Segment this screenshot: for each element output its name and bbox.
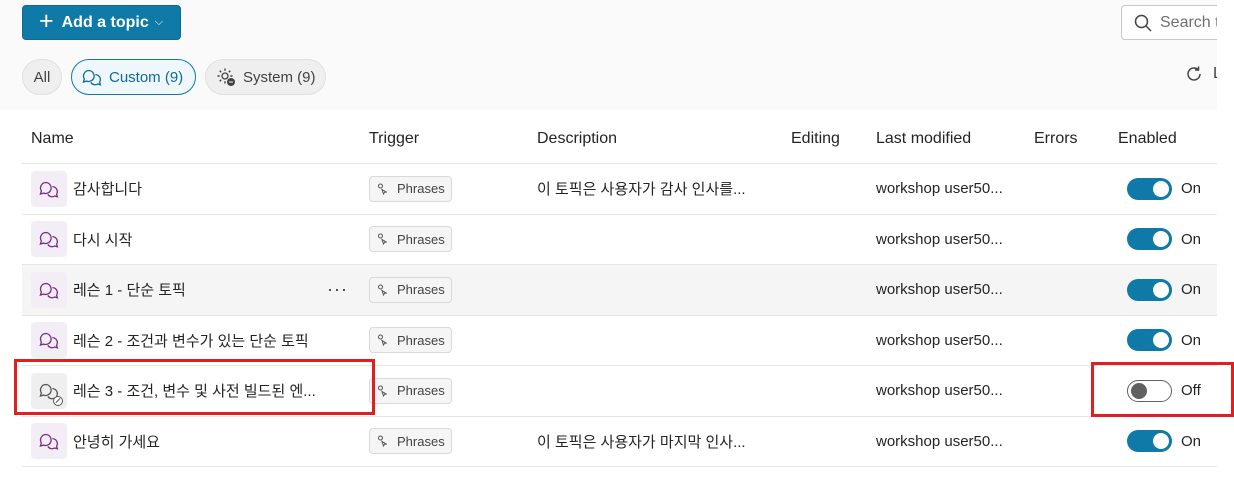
- description-cell: [537, 316, 787, 366]
- add-topic-button[interactable]: + Add a topic ⌵: [22, 5, 181, 40]
- enabled-state: On: [1181, 331, 1202, 349]
- table-row[interactable]: 안녕히 가세요 Phrases 이 토픽은 사용자가 마지막 인사... wor…: [22, 416, 1217, 467]
- refresh-icon: [1187, 66, 1201, 81]
- header-editing[interactable]: Editing: [791, 114, 861, 163]
- chat-bubbles-icon: [31, 322, 67, 359]
- last-modified-cell: workshop user50...: [876, 230, 1003, 248]
- enabled-toggle[interactable]: [1127, 430, 1172, 453]
- search-icon: [1134, 14, 1152, 32]
- trigger-badge: Phrases: [369, 226, 452, 253]
- enabled-toggle[interactable]: [1127, 278, 1172, 301]
- table-row[interactable]: 레슨 2 - 조건과 변수가 있는 단순 토픽 Phrases workshop…: [22, 315, 1217, 366]
- chat-bubbles-icon: [31, 221, 67, 258]
- header-description[interactable]: Description: [537, 114, 787, 163]
- filter-custom-label: Custom (9): [109, 68, 184, 86]
- description-cell: [537, 366, 787, 416]
- chat-bubbles-icon: [31, 170, 67, 207]
- trigger-label: Phrases: [397, 433, 445, 449]
- description-cell: [537, 265, 787, 315]
- trigger-badge: Phrases: [369, 175, 452, 202]
- trigger-label: Phrases: [397, 181, 445, 197]
- topic-name-link[interactable]: 레슨 1 - 단순 토픽: [73, 279, 186, 300]
- header-name[interactable]: Name: [31, 114, 371, 163]
- enabled-toggle[interactable]: [1127, 177, 1172, 200]
- trigger-badge: Phrases: [369, 276, 452, 303]
- last-modified-cell: workshop user50...: [876, 432, 1003, 450]
- chat-bubbles-icon: [31, 423, 67, 460]
- topic-name-link[interactable]: 감사합니다: [73, 178, 142, 199]
- phrases-icon: [378, 183, 387, 195]
- description-cell: 이 토픽은 사용자가 감사 인사를...: [537, 181, 746, 199]
- disabled-badge-icon: [53, 395, 63, 406]
- table-row[interactable]: 다시 시작 Phrases workshop user50... On: [22, 214, 1217, 265]
- trigger-badge: Phrases: [369, 428, 452, 455]
- description-cell: 이 토픽은 사용자가 마지막 인사...: [537, 433, 746, 451]
- chat-bubbles-disabled-icon: [31, 372, 67, 409]
- search-placeholder: Search t: [1160, 13, 1220, 31]
- table-header: Name Trigger Description Editing Last mo…: [22, 114, 1217, 164]
- enabled-state: On: [1181, 432, 1202, 450]
- plus-icon: +: [39, 7, 54, 35]
- phrases-icon: [378, 284, 387, 296]
- more-options-icon[interactable]: ···: [327, 265, 348, 315]
- gear-chat-icon: [217, 68, 235, 86]
- right-edge: [1217, 0, 1234, 477]
- phrases-icon: [378, 385, 387, 397]
- enabled-state: On: [1181, 281, 1202, 299]
- table-row[interactable]: 레슨 1 - 단순 토픽 ··· Phrases workshop user50…: [22, 265, 1217, 316]
- enabled-state: On: [1181, 230, 1202, 248]
- chat-bubbles-icon: [31, 271, 67, 308]
- trigger-badge: Phrases: [369, 377, 452, 404]
- trigger-label: Phrases: [397, 282, 445, 298]
- table-row[interactable]: 감사합니다 Phrases 이 토픽은 사용자가 감사 인사를... works…: [22, 164, 1217, 215]
- chat-bubbles-icon: [82, 69, 102, 86]
- table-row[interactable]: 레슨 3 - 조건, 변수 및 사전 빌드된 엔... Phrases work…: [22, 366, 1217, 417]
- topic-name-link[interactable]: 레슨 3 - 조건, 변수 및 사전 빌드된 엔...: [73, 380, 316, 401]
- phrases-icon: [378, 233, 387, 246]
- header-trigger[interactable]: Trigger: [369, 114, 529, 163]
- last-modified-cell: workshop user50...: [876, 382, 1003, 400]
- topic-name-link[interactable]: 안녕히 가세요: [73, 431, 160, 452]
- chevron-down-icon: ⌵: [154, 16, 164, 28]
- trigger-label: Phrases: [397, 231, 445, 247]
- enabled-state: Off: [1181, 382, 1201, 400]
- filter-all[interactable]: All: [22, 59, 62, 95]
- enabled-toggle[interactable]: [1127, 228, 1172, 251]
- header-last-modified[interactable]: Last modified: [876, 114, 1026, 163]
- trigger-label: Phrases: [397, 332, 445, 348]
- last-modified-cell: workshop user50...: [876, 281, 1003, 299]
- add-topic-label: Add a topic: [61, 13, 149, 31]
- filter-all-label: All: [33, 68, 51, 86]
- description-cell: [537, 215, 787, 265]
- last-modified-cell: workshop user50...: [876, 180, 1003, 198]
- last-modified-cell: workshop user50...: [876, 331, 1003, 349]
- filter-system-label: System (9): [243, 68, 316, 86]
- phrases-icon: [378, 334, 387, 347]
- enabled-toggle[interactable]: [1127, 329, 1172, 352]
- enabled-toggle[interactable]: [1127, 379, 1172, 402]
- filter-custom[interactable]: Custom (9): [71, 59, 196, 95]
- trigger-badge: Phrases: [369, 327, 452, 354]
- enabled-state: On: [1181, 180, 1202, 198]
- phrases-icon: [378, 435, 387, 448]
- header-errors[interactable]: Errors: [1034, 114, 1104, 163]
- header-enabled[interactable]: Enabled: [1118, 114, 1218, 163]
- filter-system[interactable]: System (9): [205, 59, 326, 95]
- trigger-label: Phrases: [397, 383, 445, 399]
- topic-name-link[interactable]: 레슨 2 - 조건과 변수가 있는 단순 토픽: [73, 330, 309, 351]
- topics-table: Name Trigger Description Editing Last mo…: [22, 114, 1217, 467]
- topic-name-link[interactable]: 다시 시작: [73, 229, 132, 250]
